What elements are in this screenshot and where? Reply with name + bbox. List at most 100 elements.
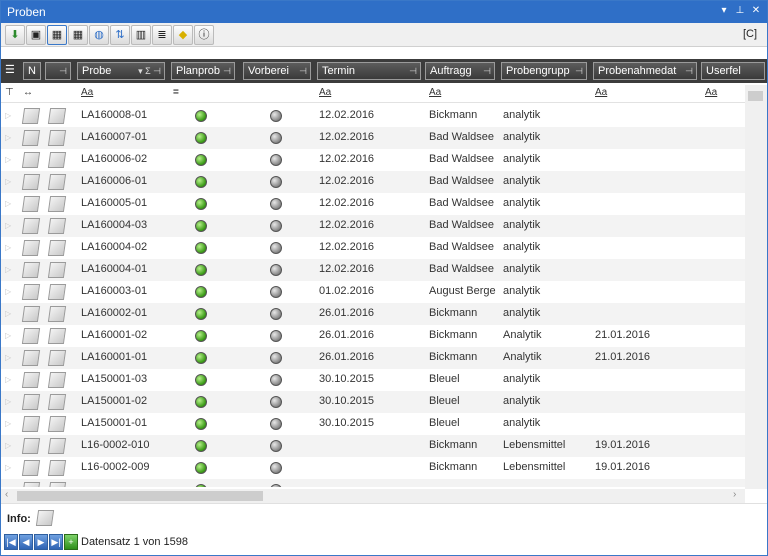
table-row[interactable]: ▷ LA150001-02 30.10.2015 Bleuel analytik bbox=[1, 391, 745, 413]
row-attachment-icon[interactable] bbox=[47, 350, 67, 366]
row-attachment-icon[interactable] bbox=[47, 174, 67, 190]
row-document-icon[interactable] bbox=[21, 394, 41, 410]
table-row[interactable]: ▷ LA160003-01 01.02.2016 August Berge analyt… bbox=[1, 281, 745, 303]
row-document-icon[interactable] bbox=[21, 306, 41, 322]
sort-icon[interactable]: ⇅ bbox=[110, 25, 130, 45]
row-document-icon[interactable] bbox=[21, 196, 41, 212]
table-row[interactable]: ▷ LA160001-01 26.01.2016 Bickmann Analytik 21… bbox=[1, 347, 745, 369]
prev-record-icon[interactable]: ◀ bbox=[19, 534, 33, 550]
table-row[interactable]: ▷ LA150001-01 30.10.2015 Bleuel analytik bbox=[1, 413, 745, 435]
row-attachment-icon[interactable] bbox=[47, 218, 67, 234]
table-row[interactable]: ▷ LA150001-03 30.10.2015 Bleuel analytik bbox=[1, 369, 745, 391]
filter-probe[interactable]: Aa bbox=[81, 87, 93, 98]
horizontal-scrollbar[interactable]: ‹ › bbox=[1, 489, 745, 503]
col-probengrupp[interactable]: Probengrupp ⊣ bbox=[501, 62, 587, 80]
table-row[interactable]: ▷ LA160004-01 12.02.2016 Bad Waldsee analyti… bbox=[1, 259, 745, 281]
horizontal-scroll-thumb[interactable] bbox=[17, 491, 263, 501]
export-icon[interactable]: ⬇ bbox=[5, 25, 25, 45]
table-row[interactable]: ▷ LA160005-01 12.02.2016 Bad Waldsee analyti… bbox=[1, 193, 745, 215]
table-row[interactable]: ▷ L16-0002-010 Bickmann Lebensmittel 19.01.2… bbox=[1, 435, 745, 457]
table-row[interactable]: ▷ LA160001-02 26.01.2016 Bickmann Analytik 21… bbox=[1, 325, 745, 347]
row-attachment-icon[interactable] bbox=[47, 372, 67, 388]
filter-userfel[interactable]: Aa bbox=[705, 87, 717, 98]
row-attachment-icon[interactable] bbox=[47, 108, 67, 124]
filter-planprob[interactable]: = bbox=[173, 87, 179, 98]
row-document-icon[interactable] bbox=[21, 438, 41, 454]
row-attachment-icon[interactable] bbox=[47, 482, 67, 487]
filter-auftragg[interactable]: Aa bbox=[429, 87, 441, 98]
row-attachment-icon[interactable] bbox=[47, 152, 67, 168]
row-attachment-icon[interactable] bbox=[47, 394, 67, 410]
group-panel-icon[interactable]: ☰ bbox=[5, 63, 15, 76]
row-attachment-icon[interactable] bbox=[47, 196, 67, 212]
row-attachment-icon[interactable] bbox=[47, 284, 67, 300]
row-attachment-icon[interactable] bbox=[47, 240, 67, 256]
row-document-icon[interactable] bbox=[21, 350, 41, 366]
row-document-icon[interactable] bbox=[21, 152, 41, 168]
table-row[interactable]: ▷ LA160006-01 12.02.2016 Bad Waldsee analyti… bbox=[1, 171, 745, 193]
row-document-icon[interactable] bbox=[21, 328, 41, 344]
report-icon[interactable]: ≣ bbox=[152, 25, 172, 45]
row-document-icon[interactable] bbox=[21, 130, 41, 146]
columns-icon[interactable]: ▥ bbox=[131, 25, 151, 45]
row-document-icon[interactable] bbox=[21, 262, 41, 278]
scroll-right-icon[interactable]: › bbox=[733, 489, 736, 500]
info-document-icon[interactable] bbox=[35, 510, 55, 526]
scroll-left-icon[interactable]: ‹ bbox=[5, 489, 8, 500]
vertical-scrollbar[interactable] bbox=[745, 85, 767, 489]
table-row[interactable]: ▷ LA160004-03 12.02.2016 Bad Waldsee analyti… bbox=[1, 215, 745, 237]
filter-range[interactable]: ↔ bbox=[23, 87, 33, 98]
table-row[interactable]: ▷ bbox=[1, 479, 745, 487]
info-icon[interactable]: ⓘ bbox=[194, 25, 214, 45]
dropdown-icon[interactable]: ▾ bbox=[717, 4, 731, 18]
col-planprob[interactable]: Planprob ⊣ bbox=[171, 62, 235, 80]
table-row[interactable]: ▷ LA160006-02 12.02.2016 Bad Waldsee analyti… bbox=[1, 149, 745, 171]
col-probe[interactable]: Probe ▾ Σ ⊣ bbox=[77, 62, 165, 80]
row-attachment-icon[interactable] bbox=[47, 416, 67, 432]
row-attachment-icon[interactable] bbox=[47, 460, 67, 476]
filter-probenahmedat[interactable]: Aa bbox=[595, 87, 607, 98]
filter-icon[interactable]: ⊤ bbox=[5, 87, 14, 98]
save-icon[interactable]: ▣ bbox=[26, 25, 46, 45]
table-row[interactable]: ▷ LA160002-01 26.01.2016 Bickmann analytik bbox=[1, 303, 745, 325]
vertical-scroll-thumb[interactable] bbox=[748, 91, 763, 101]
pin-icon[interactable]: ⊥ bbox=[733, 4, 747, 18]
row-document-icon[interactable] bbox=[21, 218, 41, 234]
row-document-icon[interactable] bbox=[21, 108, 41, 124]
row-document-icon[interactable] bbox=[21, 460, 41, 476]
close-icon[interactable]: ✕ bbox=[749, 4, 763, 18]
next-record-icon[interactable]: ▶ bbox=[34, 534, 48, 550]
col-n[interactable]: N bbox=[23, 62, 41, 80]
row-document-icon[interactable] bbox=[21, 482, 41, 487]
globe-icon[interactable]: ◍ bbox=[89, 25, 109, 45]
row-attachment-icon[interactable] bbox=[47, 438, 67, 454]
table-row[interactable]: ▷ LA160007-01 12.02.2016 Bad Waldsee analyti… bbox=[1, 127, 745, 149]
col-termin[interactable]: Termin ⊣ bbox=[317, 62, 421, 80]
col-vorberei[interactable]: Vorberei ⊣ bbox=[243, 62, 311, 80]
col-userfel[interactable]: Userfel bbox=[701, 62, 765, 80]
row-attachment-icon[interactable] bbox=[47, 306, 67, 322]
row-document-icon[interactable] bbox=[21, 372, 41, 388]
table-row[interactable]: ▷ L16-0002-009 Bickmann Lebensmittel 19.01.2… bbox=[1, 457, 745, 479]
add-record-icon[interactable]: + bbox=[64, 534, 78, 550]
row-attachment-icon[interactable] bbox=[47, 262, 67, 278]
grid-icon[interactable]: ▦ bbox=[68, 25, 88, 45]
grid-select-icon[interactable]: ▦ bbox=[47, 25, 67, 45]
row-document-icon[interactable] bbox=[21, 416, 41, 432]
row-attachment-icon[interactable] bbox=[47, 130, 67, 146]
row-document-icon[interactable] bbox=[21, 240, 41, 256]
col-probenahmedat[interactable]: Probenahmedat ⊣ bbox=[593, 62, 697, 80]
note-icon[interactable]: ◆ bbox=[173, 25, 193, 45]
row-attachment-icon[interactable] bbox=[47, 328, 67, 344]
info-bar: Info: bbox=[1, 503, 767, 531]
first-record-icon[interactable]: |◀ bbox=[4, 534, 18, 550]
row-document-icon[interactable] bbox=[21, 284, 41, 300]
col-auftragg[interactable]: Auftragg ⊣ bbox=[425, 62, 495, 80]
filter-termin[interactable]: Aa bbox=[319, 87, 331, 98]
table-row[interactable]: ▷ LA160008-01 12.02.2016 Bickmann analytik bbox=[1, 105, 745, 127]
table-row[interactable]: ▷ LA160004-02 12.02.2016 Bad Waldsee analyti… bbox=[1, 237, 745, 259]
cell-auftragg: Bickmann bbox=[429, 329, 478, 341]
col-pin[interactable]: ⊣ bbox=[45, 62, 71, 80]
last-record-icon[interactable]: ▶| bbox=[49, 534, 63, 550]
row-document-icon[interactable] bbox=[21, 174, 41, 190]
